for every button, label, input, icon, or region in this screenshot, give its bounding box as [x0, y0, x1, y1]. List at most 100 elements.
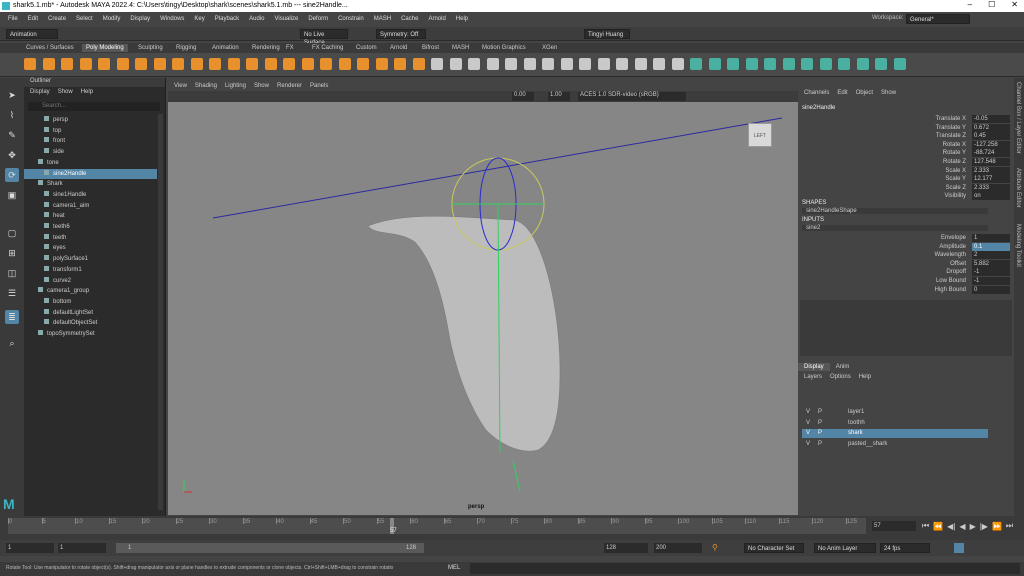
shelf-tool-icon[interactable]	[486, 58, 499, 70]
outliner-item[interactable]: top	[24, 126, 157, 136]
shelf-tool-icon[interactable]	[190, 58, 203, 70]
step-forward-icon[interactable]: |▶	[980, 522, 988, 531]
outliner-item[interactable]: teeth	[24, 233, 157, 243]
workspace-dropdown[interactable]: General*	[906, 14, 970, 24]
channel-attr-value[interactable]: -88.724	[972, 149, 1010, 158]
shelf-tool-icon[interactable]	[283, 58, 295, 70]
shelf-tool-icon[interactable]	[153, 58, 166, 70]
channelbox-menu-channels[interactable]: Channels	[804, 90, 829, 96]
shelf-tool-icon[interactable]	[431, 58, 443, 70]
layer-visibility-toggle[interactable]: V	[806, 429, 810, 438]
shelf-tool-icon[interactable]	[560, 58, 573, 70]
layer-playback-toggle[interactable]: P	[818, 408, 822, 417]
outliner-item[interactable]: camera1_group	[24, 286, 157, 296]
outliner-item[interactable]: sine2Handle	[24, 168, 157, 179]
layer-menu-help[interactable]: Help	[859, 374, 871, 380]
command-language[interactable]: MEL	[448, 565, 460, 571]
scene-end-field[interactable]: 200	[654, 543, 702, 553]
channel-attr-value[interactable]: on	[972, 192, 1010, 201]
shelf-tool-icon[interactable]	[24, 58, 36, 70]
layer-menu-options[interactable]: Options	[830, 374, 851, 380]
shelf-tab-sculpting[interactable]: Sculpting	[134, 44, 167, 52]
input-attr-label[interactable]: Wavelength	[935, 251, 966, 259]
channelbox-menu-edit[interactable]: Edit	[837, 90, 847, 96]
shelf-tab-arnold[interactable]: Arnold	[386, 44, 411, 52]
viewport-menu-shading[interactable]: Shading	[195, 83, 217, 89]
shelf-tool-icon[interactable]	[523, 58, 536, 70]
key-settings-icon[interactable]	[954, 543, 964, 553]
channel-attr-value[interactable]: 0.45	[972, 132, 1010, 141]
shelf-tool-icon[interactable]	[505, 58, 517, 70]
menu-cache[interactable]: Cache	[401, 16, 418, 22]
shelf-tab-rigging[interactable]: Rigging	[172, 44, 200, 52]
range-bar[interactable]: 1 128	[116, 543, 424, 553]
layer-visibility-toggle[interactable]: V	[806, 419, 810, 428]
menu-display[interactable]: Display	[130, 16, 150, 22]
user-dropdown[interactable]: Tingyi Huang	[584, 29, 630, 39]
menu-edit[interactable]: Edit	[28, 16, 38, 22]
channel-attr-label[interactable]: Translate Z	[936, 132, 966, 140]
shelf-tool-icon[interactable]	[172, 58, 184, 70]
fps-dropdown[interactable]: 24 fps	[880, 543, 930, 553]
command-input[interactable]	[470, 563, 1020, 574]
outliner-menu-display[interactable]: Display	[30, 89, 50, 95]
shelf-tab-poly-modeling[interactable]: Poly Modeling	[82, 44, 128, 52]
play-forward-icon[interactable]: ▶	[970, 522, 976, 531]
input-name[interactable]: sine2	[802, 225, 988, 231]
side-tab-modeling-toolkit[interactable]: Modeling Toolkit	[1015, 224, 1021, 267]
layer-playback-toggle[interactable]: P	[818, 419, 822, 428]
shelf-tab-custom[interactable]: Custom	[352, 44, 381, 52]
layout-four-icon[interactable]: ⊞	[5, 246, 19, 260]
channelbox-menu-show[interactable]: Show	[881, 90, 896, 96]
outliner-item[interactable]: side	[24, 147, 157, 157]
character-set-dropdown[interactable]: No Character Set	[744, 543, 804, 553]
channel-attr-value[interactable]: 0.672	[972, 123, 1010, 132]
shelf-tab-animation[interactable]: Animation	[208, 44, 243, 52]
shelf-tool-icon[interactable]	[449, 58, 462, 70]
viewport-menu-show[interactable]: Show	[254, 83, 269, 89]
layer-name[interactable]: toothh	[848, 419, 865, 428]
maximize-button[interactable]: ☐	[988, 0, 995, 9]
menu-visualize[interactable]: Visualize	[274, 16, 298, 22]
channel-attr-value[interactable]: 2.333	[972, 166, 1010, 175]
viewport-menu-view[interactable]: View	[174, 83, 187, 89]
shelf-tool-icon[interactable]	[634, 58, 647, 70]
shelf-tool-icon[interactable]	[690, 58, 702, 70]
shelf-tool-icon[interactable]	[597, 58, 610, 70]
shelf-tool-icon[interactable]	[782, 58, 795, 70]
outliner-item[interactable]: transform1	[24, 265, 157, 275]
channel-attr-label[interactable]: Scale Z	[946, 184, 966, 192]
shelf-tool-icon[interactable]	[542, 58, 554, 70]
outliner-layout-icon[interactable]: ≣	[5, 310, 19, 324]
menu-help[interactable]: Help	[456, 16, 468, 22]
shelf-tool-icon[interactable]	[801, 58, 813, 70]
outliner-item[interactable]: tone	[24, 158, 157, 168]
layer-row[interactable]: V Ptoothh	[802, 419, 988, 428]
shelf-tool-icon[interactable]	[708, 58, 721, 70]
current-frame-field[interactable]: 57	[872, 521, 916, 531]
outliner-item[interactable]: heat	[24, 211, 157, 221]
outliner-item[interactable]: polySurface1	[24, 254, 157, 264]
input-attr-value[interactable]: 2	[972, 251, 1010, 260]
channel-attr-value[interactable]: 127.548	[972, 158, 1010, 166]
layer-name[interactable]: layer1	[848, 408, 864, 417]
shelf-tool-icon[interactable]	[893, 58, 906, 70]
input-attr-label[interactable]: High Bound	[935, 286, 966, 294]
paint-select-icon[interactable]: ✎	[5, 128, 19, 142]
shelf-tab-bifrost[interactable]: Bifrost	[418, 44, 443, 52]
menu-modify[interactable]: Modify	[103, 16, 121, 22]
side-tab-attribute-editor[interactable]: Attribute Editor	[1015, 168, 1021, 208]
shape-name[interactable]: sine2HandleShape	[802, 208, 988, 214]
shelf-tool-icon[interactable]	[764, 58, 776, 70]
outliner-item[interactable]: camera1_aim	[24, 201, 157, 211]
menu-windows[interactable]: Windows	[160, 16, 184, 22]
channel-attr-value[interactable]: -127.258	[972, 140, 1010, 149]
symmetry-dropdown[interactable]: Symmetry: Off	[376, 29, 426, 39]
menu-deform[interactable]: Deform	[308, 16, 328, 22]
shelf-tab-xgen[interactable]: XGen	[538, 44, 561, 52]
input-attr-label[interactable]: Envelope	[941, 234, 966, 242]
colorspace-dropdown[interactable]: ACES 1.0 SDR-video (sRGB)	[578, 92, 686, 101]
minimize-button[interactable]: –	[968, 0, 972, 9]
menu-file[interactable]: File	[8, 16, 18, 22]
side-tab-channel-box[interactable]: Channel Box / Layer Editor	[1015, 82, 1021, 154]
